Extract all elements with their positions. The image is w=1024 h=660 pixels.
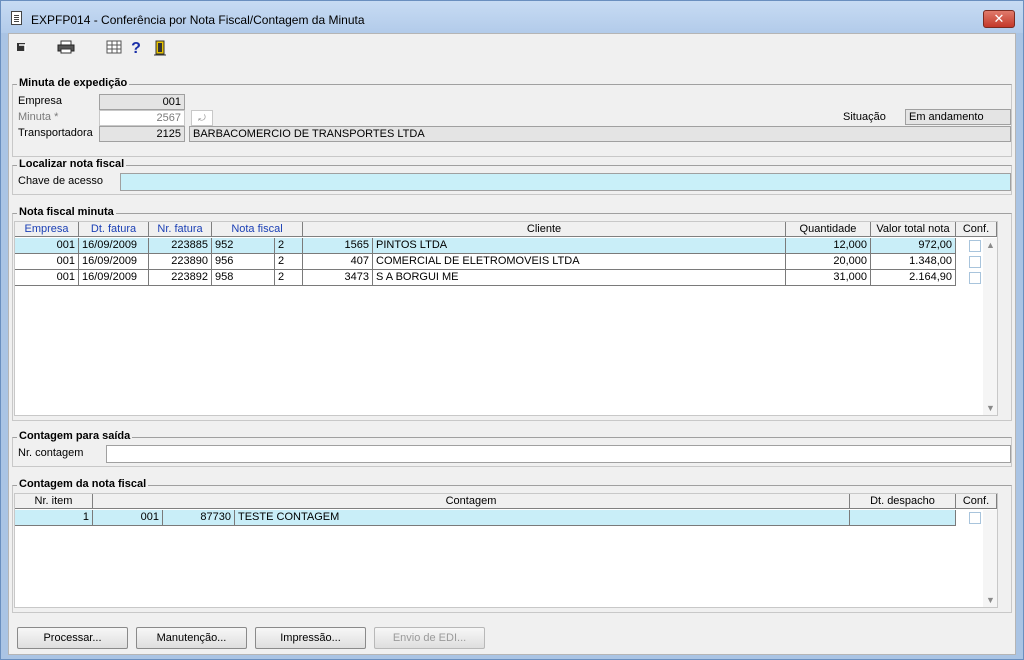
cell-cliente-name: S A BORGUI ME: [373, 270, 786, 286]
cell-cliente-name: PINTOS LTDA: [373, 238, 786, 254]
cell-valor: 1.348,00: [871, 254, 956, 270]
col-valor-total[interactable]: Valor total nota: [871, 222, 956, 237]
toolbar: ?: [9, 34, 1015, 64]
cell-nota-fiscal: 958: [212, 270, 275, 286]
chave-acesso-label: Chave de acesso: [18, 175, 103, 187]
table-row[interactable]: 001 16/09/2009 223890 956 2 407 COMERCIA…: [15, 254, 956, 270]
cell-serie: 2: [275, 238, 303, 254]
calculator-icon[interactable]: [105, 40, 123, 58]
nota-fiscal-scrollbar[interactable]: ▲ ▼: [983, 238, 997, 415]
conf-checkbox[interactable]: [969, 256, 981, 268]
col-nr-item[interactable]: Nr. item: [15, 494, 93, 509]
cell-nr-fatura: 223892: [149, 270, 212, 286]
col-dt-fatura[interactable]: Dt. fatura: [79, 222, 149, 237]
nr-contagem-label: Nr. contagem: [18, 447, 84, 459]
col-cliente[interactable]: Cliente: [303, 222, 786, 237]
cell-contagem-descricao: TESTE CONTAGEM: [235, 510, 850, 526]
nr-contagem-input[interactable]: [106, 445, 1011, 463]
contagem-saida-group-title: Contagem para saída: [17, 430, 133, 442]
conf-checkbox[interactable]: [969, 272, 981, 284]
nota-fiscal-grid: Empresa Dt. fatura Nr. fatura Nota fisca…: [14, 221, 998, 416]
minuta-label: Minuta *: [18, 111, 59, 123]
cell-valor: 972,00: [871, 238, 956, 254]
close-button[interactable]: ✕: [983, 10, 1015, 28]
contagem-nota-group-title: Contagem da nota fiscal: [17, 478, 149, 490]
transportadora-name-field: BARBACOMERCIO DE TRANSPORTES LTDA: [189, 126, 1011, 142]
cell-serie: 2: [275, 270, 303, 286]
cell-empresa: 001: [15, 270, 79, 286]
cell-nr-fatura: 223890: [149, 254, 212, 270]
col-quantidade[interactable]: Quantidade: [786, 222, 871, 237]
cell-contagem-empresa: 001: [93, 510, 163, 526]
empresa-field[interactable]: 001: [99, 94, 185, 110]
cell-serie: 2: [275, 254, 303, 270]
printer-icon[interactable]: [57, 40, 75, 58]
cell-nr-fatura: 223885: [149, 238, 212, 254]
cell-quantidade: 31,000: [786, 270, 871, 286]
localizar-group-title: Localizar nota fiscal: [17, 158, 127, 170]
cell-nota-fiscal: 952: [212, 238, 275, 254]
cell-contagem-numero: 87730: [163, 510, 235, 526]
document-icon: [11, 11, 22, 25]
impressao-button[interactable]: Impressão...: [255, 627, 366, 649]
col-contagem[interactable]: Contagem: [93, 494, 850, 509]
window-title: EXPFP014 - Conferência por Nota Fiscal/C…: [31, 13, 365, 27]
col-dt-despacho[interactable]: Dt. despacho: [850, 494, 956, 509]
col-conf[interactable]: Conf.: [956, 222, 997, 237]
table-row[interactable]: 001 16/09/2009 223892 958 2 3473 S A BOR…: [15, 270, 956, 286]
scroll-down-icon[interactable]: ▼: [986, 595, 995, 605]
situacao-field: Em andamento: [905, 109, 1011, 125]
door-exit-icon[interactable]: [151, 40, 169, 58]
main-window: EXPFP014 - Conferência por Nota Fiscal/C…: [0, 0, 1024, 660]
transportadora-label: Transportadora: [18, 127, 93, 139]
situacao-label: Situação: [843, 111, 886, 123]
col-nr-fatura[interactable]: Nr. fatura: [149, 222, 212, 237]
scroll-up-icon[interactable]: ▲: [986, 240, 995, 250]
contagem-scrollbar[interactable]: ▼: [983, 510, 997, 607]
cell-nota-fiscal: 956: [212, 254, 275, 270]
cell-cliente-code: 1565: [303, 238, 373, 254]
cell-dt-fatura: 16/09/2009: [79, 270, 149, 286]
col-conf[interactable]: Conf.: [956, 494, 997, 509]
cell-cliente-code: 3473: [303, 270, 373, 286]
cell-empresa: 001: [15, 238, 79, 254]
title-bar: EXPFP014 - Conferência por Nota Fiscal/C…: [1, 1, 1023, 33]
cell-dt-fatura: 16/09/2009: [79, 254, 149, 270]
manutencao-button[interactable]: Manutenção...: [136, 627, 247, 649]
cell-cliente-name: COMERCIAL DE ELETROMOVEIS LTDA: [373, 254, 786, 270]
conf-checkbox[interactable]: [969, 240, 981, 252]
cell-dt-fatura: 16/09/2009: [79, 238, 149, 254]
client-area: ? Minuta de expedição Empresa 001 Minuta…: [8, 33, 1016, 655]
cell-empresa: 001: [15, 254, 79, 270]
conf-checkbox[interactable]: [969, 512, 981, 524]
empresa-label: Empresa: [18, 95, 63, 107]
envio-edi-button[interactable]: Envio de EDI...: [374, 627, 485, 649]
chave-acesso-input[interactable]: [120, 173, 1011, 191]
cell-nr-item: 1: [15, 510, 93, 526]
processar-button[interactable]: Processar...: [17, 627, 128, 649]
col-nota-fiscal[interactable]: Nota fiscal: [212, 222, 303, 237]
exit-arrow-icon[interactable]: [13, 40, 31, 58]
contagem-grid: Nr. item Contagem Dt. despacho Conf. 1 0…: [14, 493, 998, 608]
minuta-group-title: Minuta de expedição: [17, 77, 130, 89]
cell-dt-despacho: [850, 510, 956, 526]
scroll-down-icon[interactable]: ▼: [986, 403, 995, 413]
col-empresa[interactable]: Empresa: [15, 222, 79, 237]
transportadora-code-field[interactable]: 2125: [99, 126, 185, 142]
minuta-field[interactable]: 2567: [99, 110, 185, 126]
help-icon[interactable]: ?: [127, 40, 145, 58]
nota-fiscal-group-title: Nota fiscal minuta: [17, 206, 116, 218]
cell-quantidade: 20,000: [786, 254, 871, 270]
cell-quantidade: 12,000: [786, 238, 871, 254]
minuta-lookup-button[interactable]: ⤾: [191, 110, 213, 126]
cell-valor: 2.164,90: [871, 270, 956, 286]
table-row[interactable]: 001 16/09/2009 223885 952 2 1565 PINTOS …: [15, 238, 956, 254]
table-row[interactable]: 1 001 87730 TESTE CONTAGEM: [15, 510, 956, 526]
cell-cliente-code: 407: [303, 254, 373, 270]
